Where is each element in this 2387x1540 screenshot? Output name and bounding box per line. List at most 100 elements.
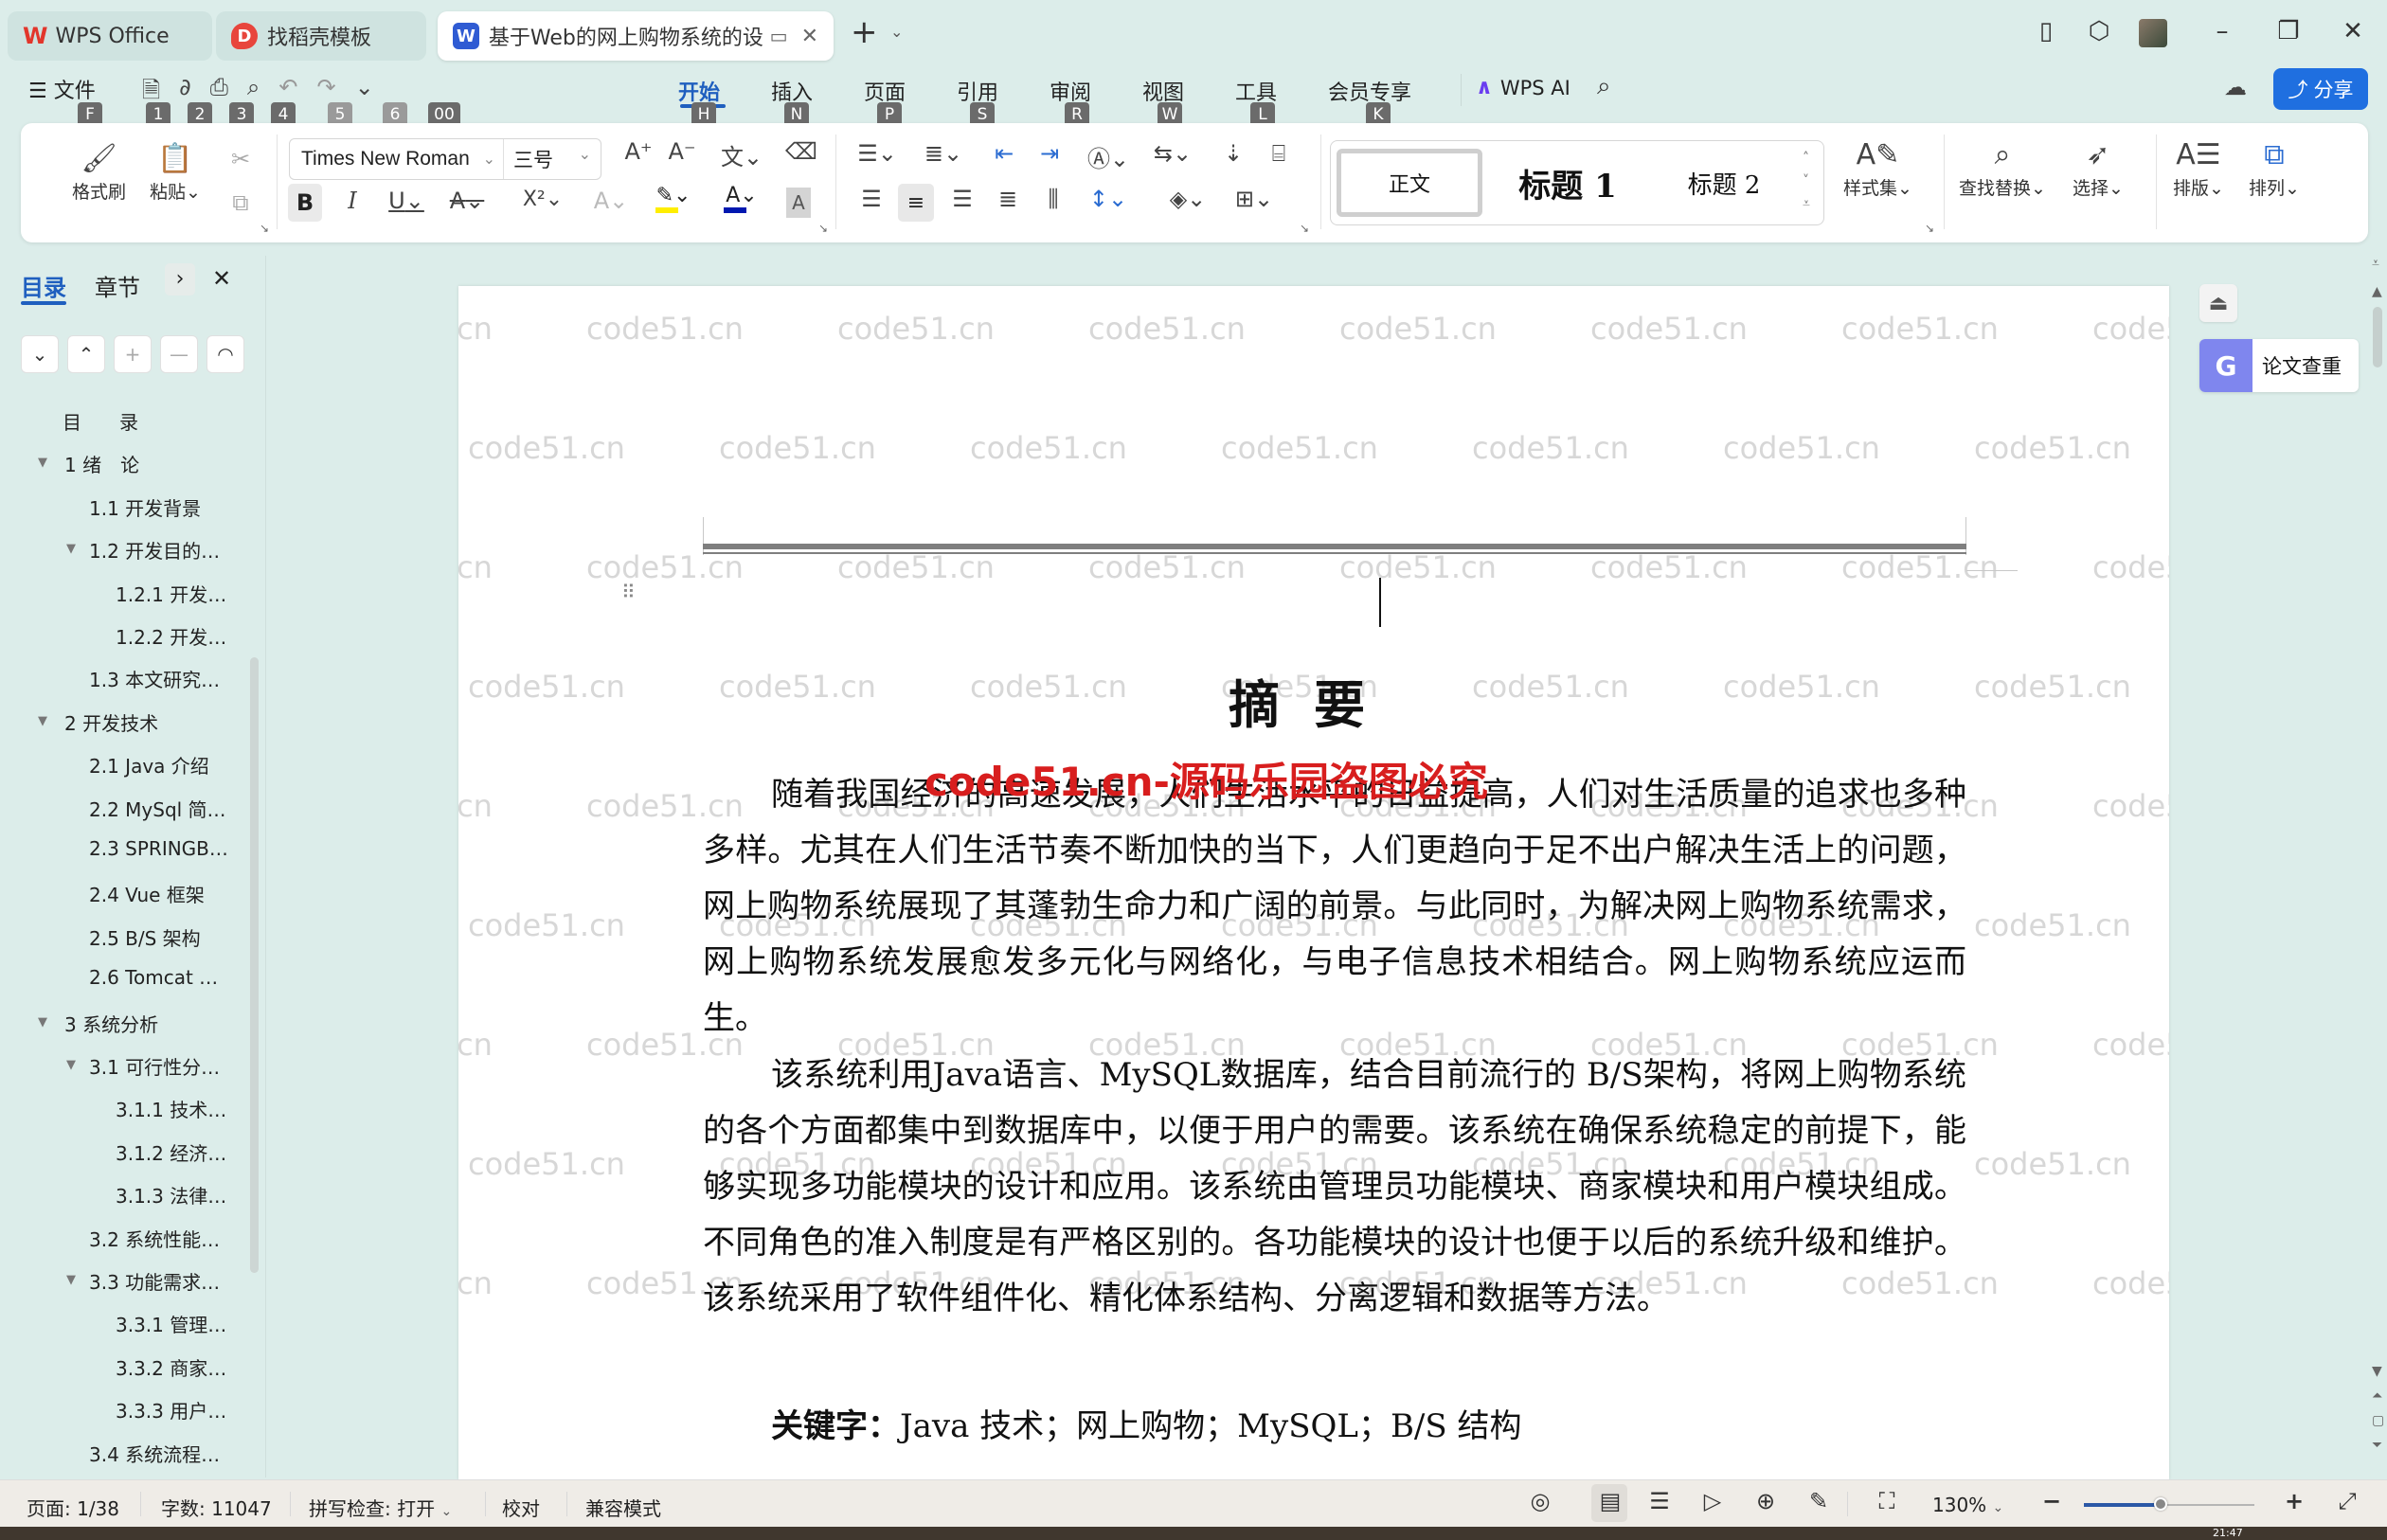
cut-icon[interactable]: ✂ [224,146,258,172]
clear-format-icon[interactable]: ⌫ [784,138,818,165]
paper-check-button[interactable]: G 论文查重 [2199,339,2359,392]
proofread-button[interactable]: 校对 [502,1494,540,1521]
format-painter-button[interactable]: 🖌 格式刷 [72,140,126,204]
decrease-indent-icon[interactable]: ⇤ [987,140,1021,167]
restore-icon[interactable]: ❐ [2270,17,2307,45]
cube-icon[interactable]: ⬡ [2080,17,2118,45]
previous-page-icon[interactable]: ⏶ [2372,1388,2382,1404]
pen-icon[interactable]: ✎ [1802,1488,1836,1514]
shrink-font-icon[interactable]: A⁻ [665,138,699,165]
expand-caret-icon[interactable]: ▼ [38,456,47,470]
eye-protection-icon[interactable]: ◎ [1523,1488,1557,1514]
expand-caret-icon[interactable]: ▼ [66,1273,76,1287]
toc-item[interactable]: 3.3 功能需求… [89,1267,220,1295]
web-view-icon[interactable]: ⊕ [1749,1488,1783,1514]
avatar[interactable] [2139,19,2167,47]
zoom-level[interactable]: 130% ⌄ [1932,1494,2003,1516]
wps-ai-button[interactable]: ∧ WPS AI [1476,76,1570,99]
justify-icon[interactable]: ≣ [991,186,1025,212]
bullets-icon[interactable]: ☰⌄ [854,140,900,167]
superscript-button[interactable]: X²⌄ [519,188,566,211]
style-heading-1[interactable]: 标题 1 [1492,149,1643,217]
collapse-up-button[interactable]: ⌃ [67,335,105,373]
phonetic-guide-icon[interactable]: 文⌄ [718,138,765,171]
toc-item[interactable]: 1.2.1 开发… [116,580,226,607]
close-icon[interactable]: ✕ [2334,17,2372,45]
minimize-icon[interactable]: – [2203,17,2241,45]
line-spacing-icon[interactable]: ↕⌄ [1086,186,1131,212]
italic-button[interactable]: I [335,188,369,214]
fit-page-icon[interactable]: ⛶ [1870,1488,1904,1514]
close-pane-icon[interactable]: ✕ [212,265,231,292]
text-direction-icon[interactable]: Ⓐ⌄ [1086,140,1131,173]
toc-item[interactable]: 3.4 系统流程… [89,1440,220,1467]
text-effect-button[interactable]: A⌄ [589,188,633,214]
expand-down-button[interactable]: ⌄ [21,335,59,373]
toc-settings-button[interactable]: ◠ [206,335,244,373]
toc-item[interactable]: 3.1.3 法律… [116,1181,226,1209]
toc-item[interactable]: 1.2 开发目的… [89,536,220,564]
toc-item[interactable]: 1.2.2 开发… [116,622,226,650]
increase-indent-icon[interactable]: ⇥ [1032,140,1067,167]
clipboard-dialog-launcher-icon[interactable]: ↘ [260,222,269,235]
line-break-icon[interactable]: ⇆⌄ [1150,140,1195,167]
strikethrough-button[interactable]: A⌄ [445,188,489,214]
toc-item[interactable]: 目 录 [63,407,138,435]
share-button[interactable]: ⤴ 分享 [2273,68,2368,110]
align-center-button[interactable]: ≡ [898,184,934,222]
toc-item[interactable]: 2.5 B/S 架构 [89,923,201,951]
show-marks-icon[interactable]: ⌸ [1262,140,1296,167]
style-gallery-scroll[interactable]: ˄ ˅ ⩡ [1803,147,1810,215]
layout-icon[interactable]: ▯ [2027,17,2065,45]
toc-item[interactable]: 3.1.2 经济… [116,1138,226,1166]
cloud-chat-icon[interactable]: ☁ [2224,74,2247,100]
styles-dialog-launcher-icon[interactable]: ↘ [1925,222,1934,235]
toc-item[interactable]: 2 开发技术 [64,708,158,736]
zoom-slider-thumb[interactable] [2154,1497,2167,1511]
numbering-icon[interactable]: ≣⌄ [921,140,966,167]
expand-caret-icon[interactable]: ▼ [38,1015,47,1030]
drag-handle-icon[interactable]: ⠿ [621,582,636,601]
toc-item[interactable]: 1.1 开发背景 [89,493,201,521]
scroll-up-icon[interactable]: ▲ [2372,284,2382,299]
fullscreen-icon[interactable]: ⤢ [2330,1488,2364,1514]
toc-item[interactable]: 3.1.1 技术… [116,1095,226,1122]
expand-caret-icon[interactable]: ▼ [66,542,76,556]
font-color-button[interactable]: A⌄ [720,184,763,213]
toc-item[interactable]: 2.1 Java 介绍 [89,751,209,779]
align-right-icon[interactable]: ☰ [945,186,979,212]
shading-icon[interactable]: ◈⌄ [1165,186,1211,212]
toc-item[interactable]: 2.4 Vue 框架 [89,880,205,907]
toc-scrollbar[interactable] [250,657,259,1273]
font-size-dropdown[interactable]: 三号 ⌄ [504,145,601,173]
toc-item[interactable]: 3.1 可行性分… [89,1052,220,1080]
chevron-up-icon[interactable]: ˄ [1803,147,1810,170]
toc-item[interactable]: 2.2 MySql 简… [89,795,226,822]
toc-item[interactable]: 1.3 本文研究… [89,665,220,692]
page-count[interactable]: 页面: 1/38 [27,1494,119,1521]
font-dialog-launcher-icon[interactable]: ↘ [818,222,828,235]
bold-button[interactable]: B [288,184,322,222]
expand-caret-icon[interactable]: ▼ [38,714,47,728]
outline-view-icon[interactable]: ☰ [1642,1488,1677,1514]
tab-list-chevron-icon[interactable]: ⌄ [890,23,903,41]
collapse-panel-button[interactable]: ⏏ [2199,284,2237,322]
paste-button[interactable]: 📋 粘贴⌄ [150,140,201,204]
toc-item[interactable]: 2.6 Tomcat … [89,966,218,989]
toc-item[interactable]: 2.3 SPRINGB… [89,837,228,860]
align-left-icon[interactable]: ☰ [854,186,888,212]
print-icon[interactable]: ⎙ [210,74,228,113]
copy-icon[interactable]: ⧉ [224,189,258,216]
play-icon[interactable]: ▷ [1696,1488,1730,1514]
ruler-toggle-icon[interactable]: ⩡ [2372,256,2379,271]
remove-heading-button[interactable]: — [160,335,198,373]
word-count[interactable]: 字数: 11047 [161,1494,272,1521]
chevron-right-icon[interactable]: › [165,263,195,295]
zoom-in-icon[interactable]: + [2277,1488,2311,1514]
close-tab-icon[interactable]: ✕ [801,25,818,48]
toc-item[interactable]: 1 绪 论 [64,450,139,477]
paragraph-dialog-launcher-icon[interactable]: ↘ [1300,222,1309,235]
highlight-button[interactable]: ✎⌄ [652,184,695,213]
toc-item[interactable]: 3.3.3 用户… [116,1396,226,1424]
chevron-down-icon[interactable]: ˅ [1803,170,1810,192]
